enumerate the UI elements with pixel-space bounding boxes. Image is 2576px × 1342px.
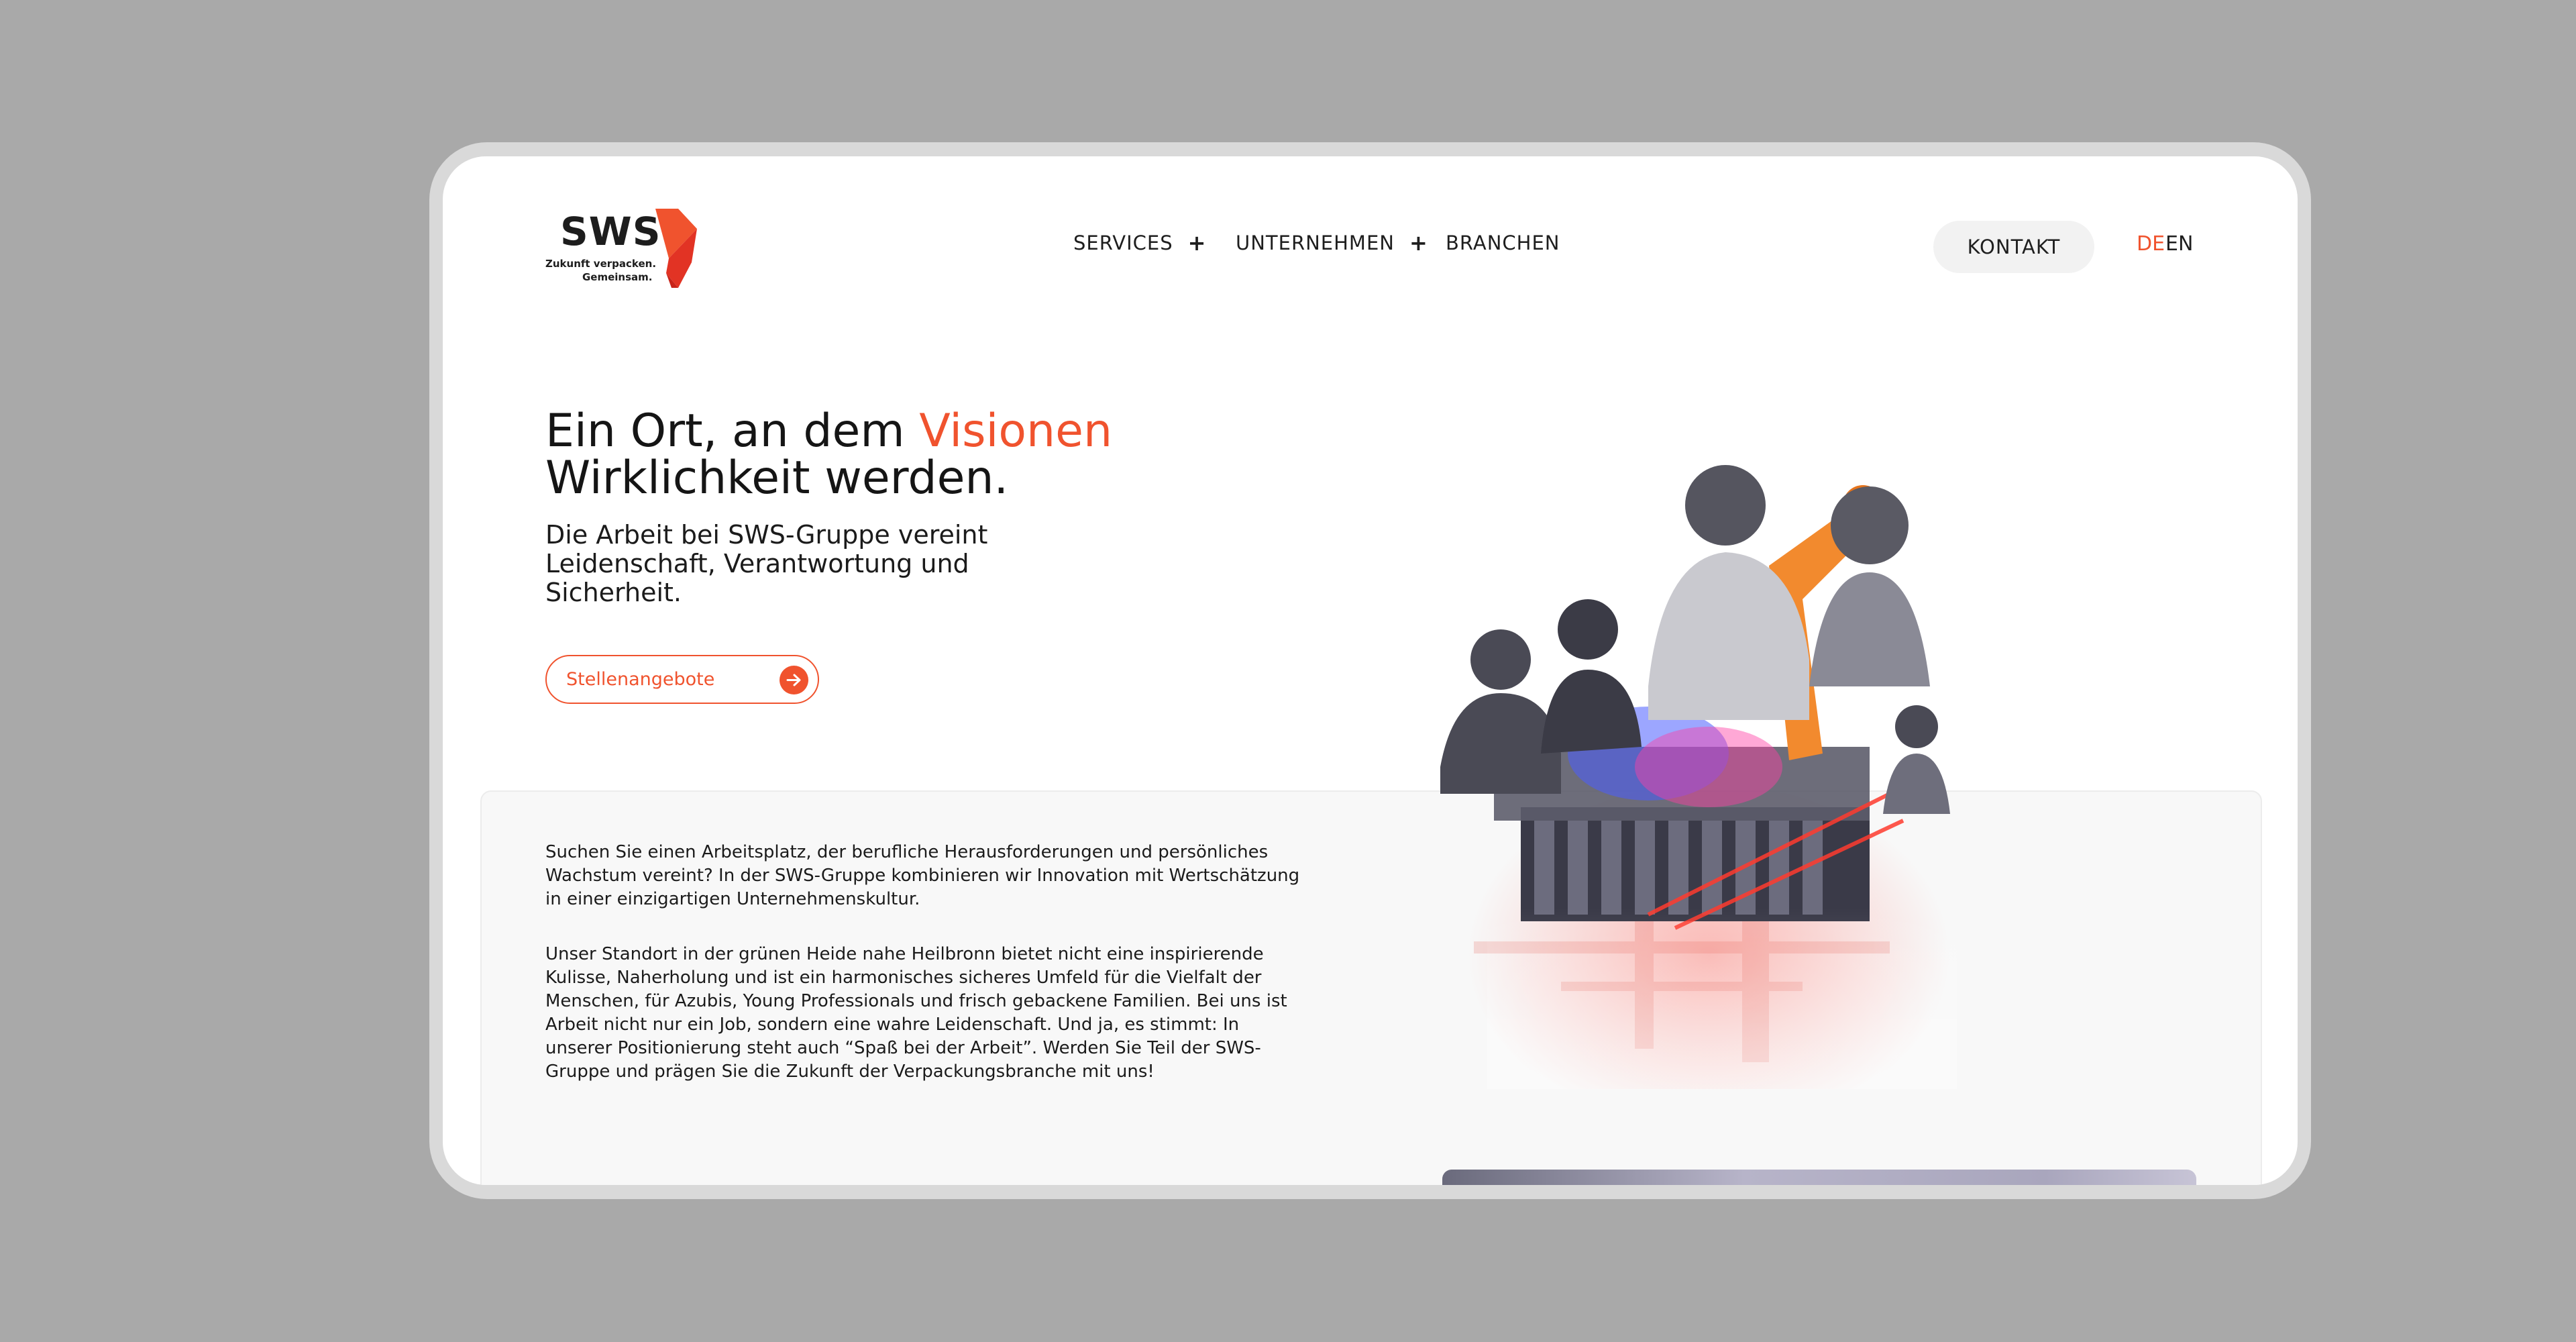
plus-icon: + (1187, 230, 1207, 256)
nav-item-services[interactable]: SERVICES + (1073, 231, 1206, 254)
intro-paragraph-1: Suchen Sie einen Arbeitsplatz, der beruf… (545, 842, 1300, 909)
intro-paragraph-2: Unser Standort in der grünen Heide nahe … (545, 944, 1287, 1082)
website-screen: SWS Zukunft verpacken. Gemeinsam. SERVIC… (443, 156, 2298, 1185)
job-offers-button[interactable]: Stellenangebote (545, 655, 819, 704)
contact-button[interactable]: KONTAKT (1933, 221, 2094, 273)
language-en[interactable]: EN (2165, 232, 2193, 256)
nav-item-label: BRANCHEN (1446, 231, 1560, 254)
device-frame: SWS Zukunft verpacken. Gemeinsam. SERVIC… (429, 142, 2311, 1199)
hero-title: Ein Ort, an dem Visionen Wirklichkeit we… (545, 408, 1112, 502)
team-photo-preview (1442, 1170, 2196, 1185)
arrow-right-icon (780, 666, 808, 694)
team-collage-image (1440, 465, 1957, 1089)
nav-item-label: UNTERNEHMEN (1236, 231, 1395, 254)
nav-item-label: SERVICES (1073, 231, 1173, 254)
language-de[interactable]: DE (2137, 232, 2165, 256)
job-offers-label: Stellenangebote (566, 669, 715, 690)
nav-item-branchen[interactable]: BRANCHEN (1446, 231, 1560, 254)
nav-item-unternehmen[interactable]: UNTERNEHMEN + (1236, 231, 1428, 254)
plus-icon: + (1409, 230, 1428, 256)
logo-tagline-2: Gemeinsam. (582, 271, 653, 283)
hero-title-part1: Ein Ort, an dem (545, 405, 920, 458)
hero-title-accent: Visionen (919, 405, 1113, 458)
hero-title-part2: Wirklichkeit werden. (545, 452, 1009, 505)
hero-subtitle: Die Arbeit bei SWS-Gruppe vereint Leiden… (545, 520, 988, 607)
